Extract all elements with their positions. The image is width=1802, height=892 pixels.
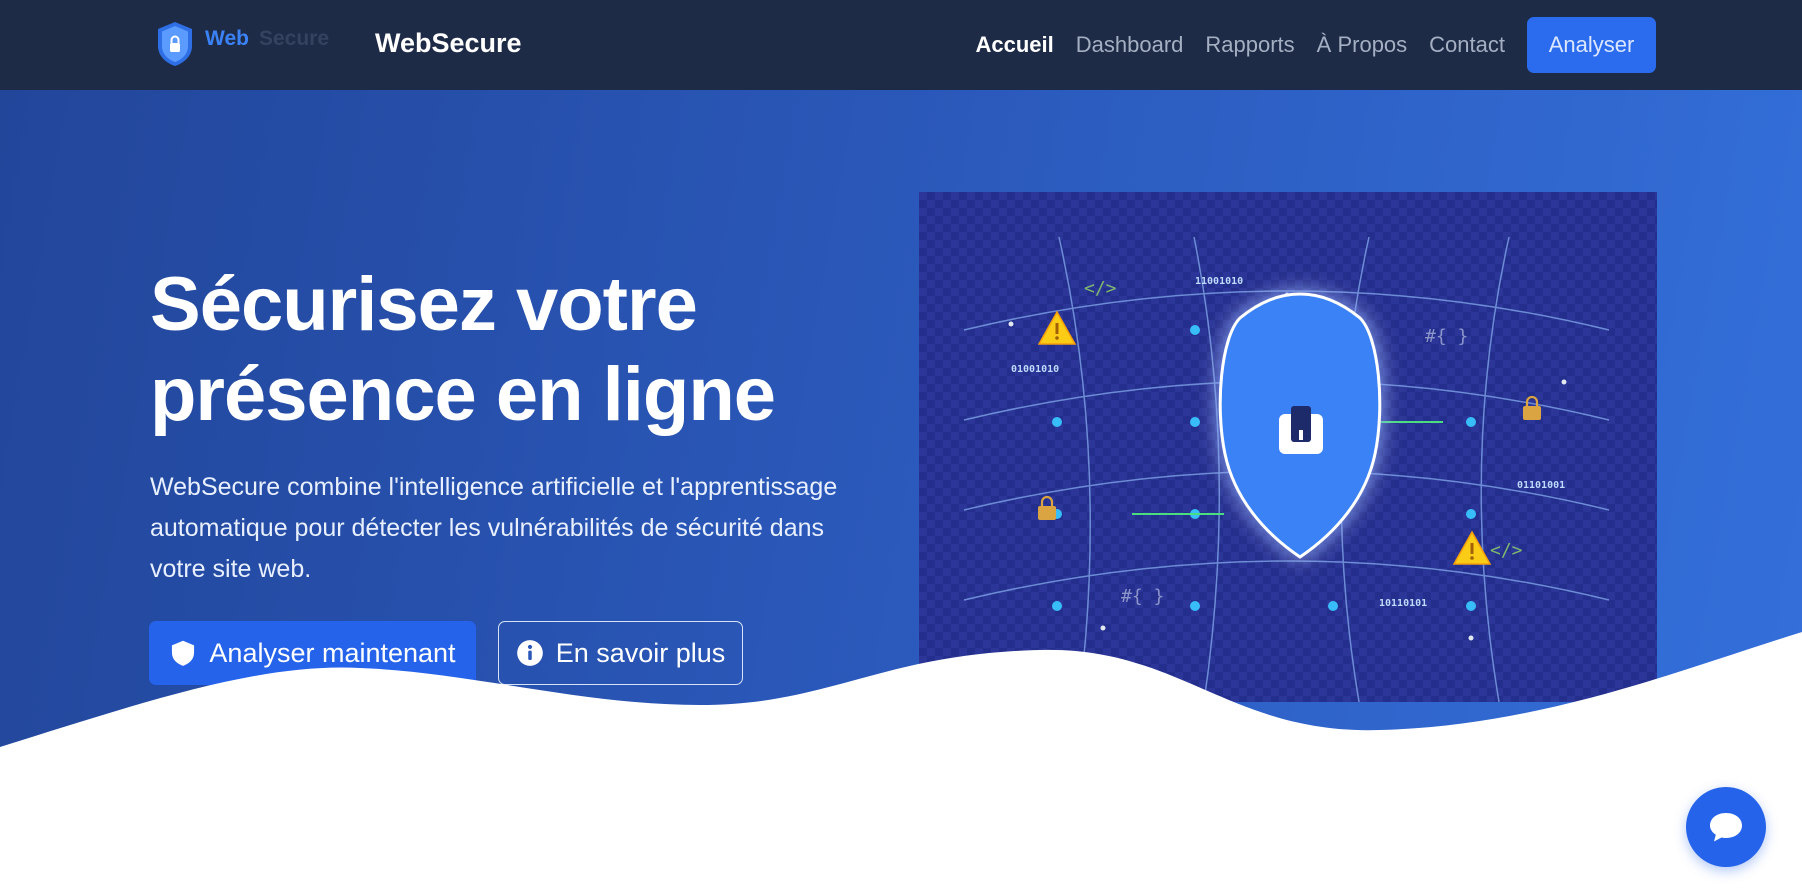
binary-label-1: 11001010 [1195,276,1243,287]
shield-lock-icon [158,22,192,66]
code-tag-label-2: </> [1490,540,1523,561]
en-savoir-plus-button[interactable]: En savoir plus [498,621,743,685]
nav-link-contact[interactable]: Contact [1429,32,1505,58]
top-navbar: Web Secure WebSecure Accueil Dashboard R… [0,0,1802,90]
nav-link-accueil[interactable]: Accueil [975,32,1053,58]
hash-braces-label-2: #{ } [1121,586,1164,607]
analyser-button[interactable]: Analyser [1527,17,1656,73]
code-tag-label-1: </> [1084,278,1117,299]
hash-braces-label-1: #{ } [1425,326,1468,347]
binary-label-3: 01101001 [1517,480,1565,491]
analyser-maintenant-button[interactable]: Analyser maintenant [149,621,476,685]
security-illustration: 11001010 01001010 01101001 10110101 </> … [919,192,1657,702]
hero-section: Sécurisez votre présence en ligne WebSec… [0,90,1802,892]
chat-bubble-icon [1710,813,1742,842]
logo-word-web: Web [205,27,249,50]
nav-links: Accueil Dashboard Rapports À Propos Cont… [953,0,1802,90]
brand-logo[interactable]: Web Secure [155,20,329,68]
shield-icon [169,639,197,667]
nav-link-rapports[interactable]: Rapports [1205,32,1294,58]
hero-description: WebSecure combine l'intelligence artific… [150,473,838,583]
hero-title-line-1: Sécurisez votre [150,262,698,347]
binary-label-4: 10110101 [1379,598,1427,609]
binary-label-2: 01001010 [1011,364,1059,375]
info-circle-icon [516,639,544,667]
hero-title: Sécurisez votre présence en ligne [150,260,870,440]
nav-link-a-propos[interactable]: À Propos [1317,32,1408,58]
nav-link-dashboard[interactable]: Dashboard [1076,32,1184,58]
chat-button[interactable] [1686,787,1766,867]
brand-name[interactable]: WebSecure [375,28,522,59]
logo-word-secure: Secure [258,27,329,50]
hero-title-line-2: présence en ligne [150,352,776,437]
en-savoir-plus-label: En savoir plus [555,637,726,668]
analyser-maintenant-label: Analyser maintenant [209,637,456,668]
